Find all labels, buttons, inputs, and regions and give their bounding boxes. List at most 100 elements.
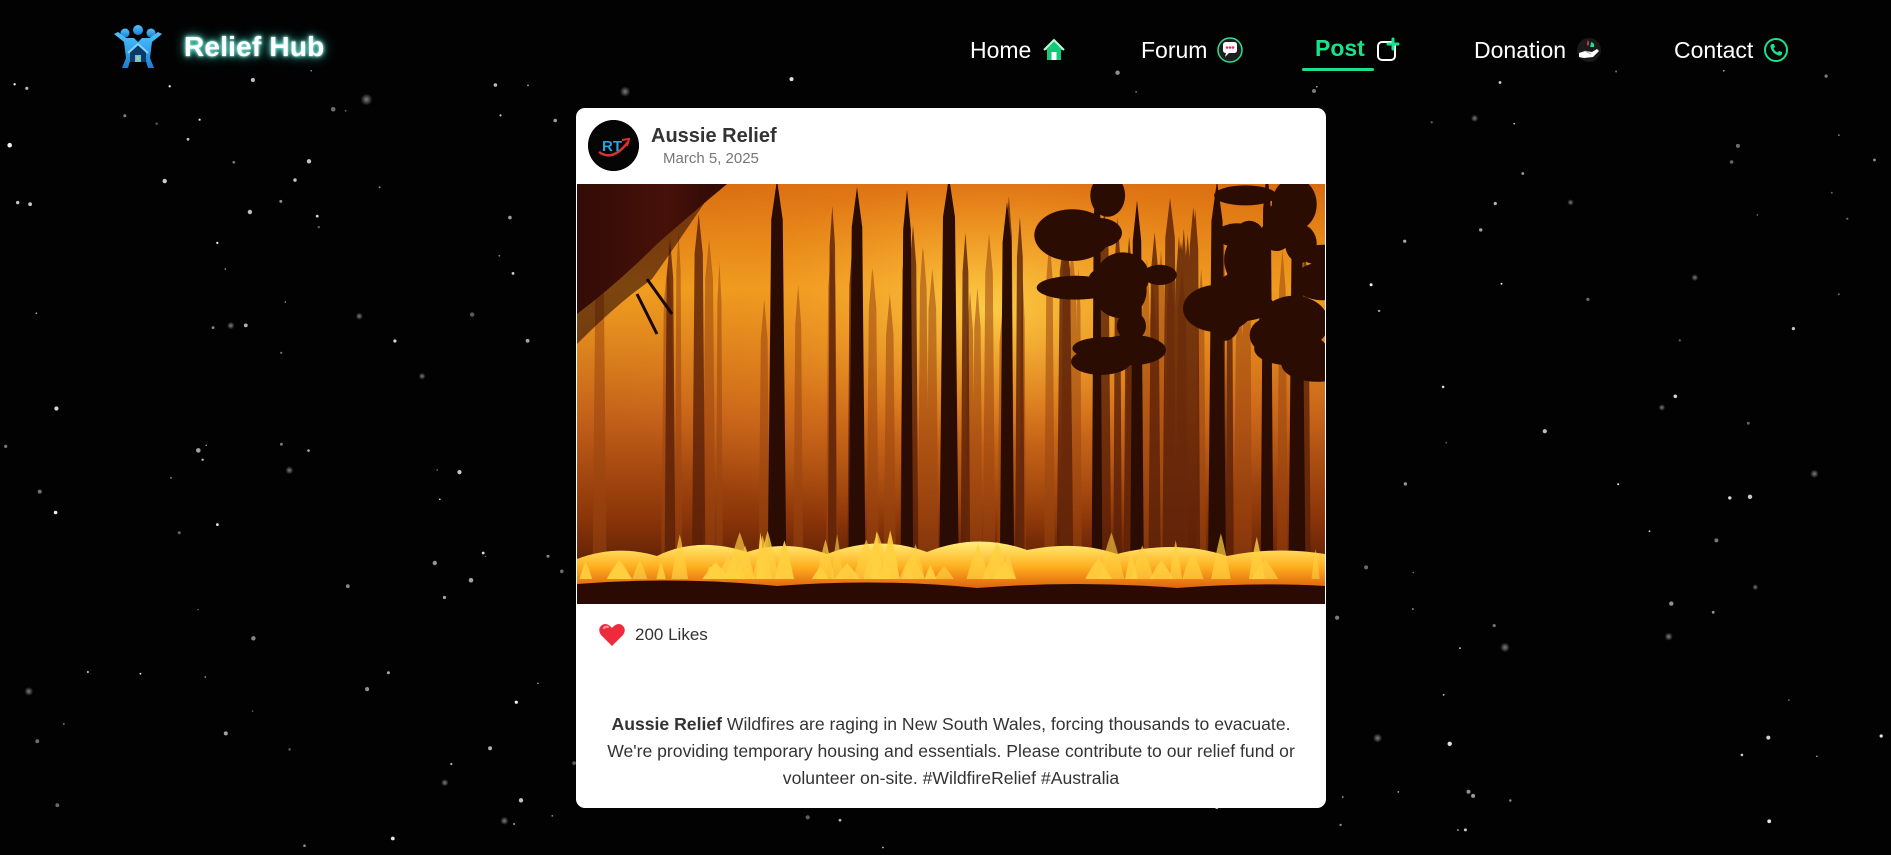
star <box>1837 293 1840 296</box>
nav-label-forum: Forum <box>1141 36 1208 63</box>
avatar[interactable]: RT <box>588 120 639 171</box>
heart-icon[interactable] <box>598 622 626 648</box>
star <box>1447 741 1452 746</box>
canopy-clump <box>1195 289 1275 322</box>
star <box>1445 441 1447 444</box>
star <box>551 815 554 817</box>
nav-label-home: Home <box>970 36 1032 63</box>
star <box>1767 819 1772 824</box>
star <box>378 186 381 189</box>
star <box>499 114 502 117</box>
star <box>1617 483 1620 486</box>
likes-row: 200 Likes <box>598 620 708 650</box>
star <box>1459 647 1461 649</box>
star <box>216 241 219 244</box>
star <box>196 448 201 453</box>
star <box>553 118 557 123</box>
star <box>1369 283 1373 287</box>
star <box>216 523 219 526</box>
star <box>1816 755 1818 757</box>
post-author-name[interactable]: Aussie Relief <box>651 125 777 148</box>
star <box>882 846 884 849</box>
star <box>330 107 336 112</box>
star <box>306 159 312 164</box>
star <box>1456 828 1459 832</box>
canopy-clump <box>1089 265 1147 290</box>
star <box>546 554 550 558</box>
star <box>288 748 291 751</box>
brand-name: Relief Hub <box>184 31 325 62</box>
star <box>560 569 564 574</box>
post-card: RT Aussie Relief March 5, 2025 200 Likes… <box>576 108 1326 808</box>
star <box>315 214 319 218</box>
star <box>123 114 127 118</box>
star <box>251 710 254 712</box>
star <box>317 225 320 229</box>
star <box>514 700 518 704</box>
star <box>170 477 172 479</box>
post-header: RT Aussie Relief March 5, 2025 <box>576 108 1326 184</box>
post-caption: Aussie Relief Wildfires are raging in Ne… <box>596 711 1306 792</box>
post-date: March 5, 2025 <box>663 150 759 167</box>
svg-text:R: R <box>136 57 140 63</box>
star <box>1673 394 1678 399</box>
nav-item-forum[interactable]: Forum <box>1141 28 1244 72</box>
star <box>279 442 283 446</box>
star <box>139 672 142 675</box>
star <box>513 823 516 825</box>
star <box>1746 421 1750 425</box>
star <box>1711 610 1715 614</box>
star <box>1373 733 1383 743</box>
star <box>293 178 297 182</box>
star <box>469 312 475 317</box>
star <box>205 444 207 446</box>
star <box>805 815 810 820</box>
star <box>55 803 60 808</box>
star <box>1678 339 1681 342</box>
star <box>436 469 438 471</box>
star <box>442 595 447 600</box>
star <box>1740 753 1744 757</box>
star <box>1664 632 1673 641</box>
star <box>1463 828 1467 832</box>
star <box>838 818 842 822</box>
star <box>1509 799 1512 802</box>
star <box>243 323 248 328</box>
star <box>438 498 441 501</box>
nav-item-home[interactable]: Home <box>970 28 1067 72</box>
star <box>62 722 65 725</box>
star <box>16 200 20 205</box>
star <box>508 215 512 220</box>
star <box>224 268 227 270</box>
nav-item-donation[interactable]: Donation <box>1474 28 1602 72</box>
star <box>1735 143 1740 148</box>
phone-icon <box>1764 38 1789 62</box>
star <box>1471 793 1476 798</box>
star <box>1691 274 1699 282</box>
star <box>1441 385 1445 389</box>
add-post-icon <box>1376 37 1400 61</box>
star <box>1586 297 1590 301</box>
caption-author[interactable]: Aussie Relief <box>612 714 723 734</box>
star <box>1714 538 1719 543</box>
page: R Relief Hub Home Forum Post Donation Co… <box>0 0 1891 855</box>
star <box>1728 496 1732 500</box>
star <box>155 122 158 125</box>
top-navbar: R Relief Hub Home Forum Post Donation Co… <box>0 0 1891 96</box>
star <box>1500 642 1510 653</box>
nav-label-donation: Donation <box>1474 36 1567 63</box>
star <box>390 836 395 841</box>
forest-wildfire-photo <box>577 184 1325 604</box>
star <box>24 687 34 696</box>
star <box>35 312 38 315</box>
star <box>1430 121 1433 124</box>
likes-count: 200 Likes <box>635 625 708 644</box>
star <box>1810 469 1819 478</box>
star <box>247 209 253 215</box>
nav-item-contact[interactable]: Contact <box>1674 28 1789 72</box>
star <box>457 470 462 475</box>
nav-item-post[interactable]: Post <box>1302 28 1401 72</box>
brand[interactable]: R Relief Hub <box>112 22 324 72</box>
star <box>484 555 487 557</box>
star <box>1838 134 1840 136</box>
